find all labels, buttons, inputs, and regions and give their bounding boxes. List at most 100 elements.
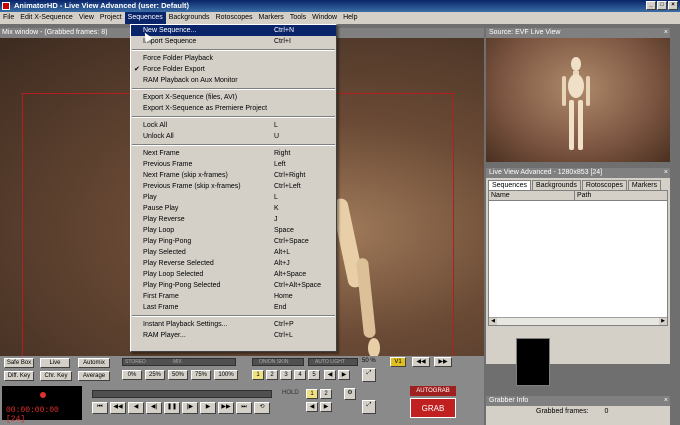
menu-item-ram-player[interactable]: RAM Player... Ctrl+L [131, 330, 336, 341]
menu-item-next-frame-skip-x-frames[interactable]: Next Frame (skip x-frames) Ctrl+Right [131, 170, 336, 181]
menu-backgrounds[interactable]: Backgrounds [166, 12, 213, 24]
tab-sequences[interactable]: Sequences [488, 180, 532, 190]
minimize-button[interactable]: _ [646, 1, 656, 10]
horizontal-scrollbar[interactable]: ◀ ▶ [489, 317, 667, 325]
menu-item-play-reverse[interactable]: Play Reverse J [131, 214, 336, 225]
fullscreen-icon[interactable]: ⤢ [362, 368, 376, 382]
expand-icon[interactable]: ⤢ [362, 400, 376, 414]
menu-edit-x-sequence[interactable]: Edit X-Sequence [17, 12, 76, 24]
onion-5-button[interactable]: 5 [308, 370, 320, 380]
scroll-left-icon[interactable]: ◀ [489, 318, 497, 325]
menu-item-previous-frame-skip-x-frames[interactable]: Previous Frame (skip x-frames) Ctrl+Left [131, 181, 336, 192]
menu-file[interactable]: File [0, 12, 17, 24]
menu-window[interactable]: Window [309, 12, 340, 24]
play-reverse-icon[interactable]: ◀ [128, 402, 144, 414]
column-path[interactable]: Path [575, 191, 591, 200]
hold-right-button[interactable]: ▶ [320, 402, 332, 412]
menu-item-play-selected[interactable]: Play Selected Alt+L [131, 247, 336, 258]
menu-markers[interactable]: Markers [256, 12, 287, 24]
menu-rotoscopes[interactable]: Rotoscopes [213, 12, 256, 24]
next-frame-icon[interactable]: ▶▶ [218, 402, 234, 414]
autograb-button[interactable]: AUTOGRAB [410, 386, 456, 396]
menu-item-force-folder-export[interactable]: ✔ Force Folder Export [131, 64, 336, 75]
menu-item-next-frame[interactable]: Next Frame Right [131, 148, 336, 159]
tab-markers[interactable]: Markers [627, 180, 662, 190]
maximize-button[interactable]: □ [657, 1, 667, 10]
arrow-left-button[interactable]: ◀ [324, 370, 336, 380]
sequence-list[interactable]: Name Path ◀ ▶ [488, 190, 668, 326]
menu-item-first-frame[interactable]: First Frame Home [131, 291, 336, 302]
zoom-25-button[interactable]: 25% [145, 370, 165, 380]
hold-left-button[interactable]: ◀ [306, 402, 318, 412]
menu-item-export-x-sequence-as-premiere-project[interactable]: Export X-Sequence as Premiere Project [131, 103, 336, 114]
menu-item-play[interactable]: Play L [131, 192, 336, 203]
menu-item-export-x-sequence-files-avi[interactable]: Export X-Sequence (files, AVI) [131, 92, 336, 103]
hold-1-button[interactable]: 1 [306, 389, 318, 399]
column-name[interactable]: Name [489, 191, 575, 200]
menu-item-last-frame[interactable]: Last Frame End [131, 302, 336, 313]
v1-button[interactable]: V1 [390, 357, 406, 367]
stored-mix-slider[interactable]: STORED MIX [122, 358, 236, 366]
tab-backgrounds[interactable]: Backgrounds [532, 180, 581, 190]
menu-help[interactable]: Help [340, 12, 360, 24]
menu-item-pause-play[interactable]: Pause Play K [131, 203, 336, 214]
loop-icon[interactable]: ⟲ [254, 402, 270, 414]
play-icon[interactable]: ▶ [200, 402, 216, 414]
menu-item-previous-frame[interactable]: Previous Frame Left [131, 159, 336, 170]
onion-skin-slider[interactable]: ONION SKIN [252, 358, 304, 366]
onion-2-button[interactable]: 2 [266, 370, 278, 380]
menu-item-play-loop[interactable]: Play Loop Space [131, 225, 336, 236]
onion-1-button[interactable]: 1 [252, 370, 264, 380]
close-icon[interactable]: × [664, 396, 668, 406]
menu-item-new-sequence[interactable]: New Sequence... Ctrl+N [131, 25, 336, 36]
automix-button[interactable]: Automix [78, 358, 110, 368]
safe-box-button[interactable]: Safe Box [4, 358, 34, 368]
menu-item-lock-all[interactable]: Lock All L [131, 120, 336, 131]
menu-item-play-reverse-selected[interactable]: Play Reverse Selected Alt+J [131, 258, 336, 269]
menu-item-instant-playback-settings[interactable]: Instant Playback Settings... Ctrl+P [131, 319, 336, 330]
zoom-75-button[interactable]: 75% [191, 370, 211, 380]
menu-item-shortcut: L [274, 194, 278, 201]
timeline-slider[interactable] [92, 390, 272, 398]
grab-button[interactable]: GRAB [410, 398, 456, 418]
close-button[interactable]: × [668, 1, 678, 10]
scroll-right-icon[interactable]: ▶ [659, 318, 667, 325]
live-button[interactable]: Live [40, 358, 70, 368]
menu-item-shortcut: Right [274, 150, 291, 157]
menu-item-force-folder-playback[interactable]: Force Folder Playback [131, 53, 336, 64]
arrow-right-button[interactable]: ▶ [338, 370, 350, 380]
zoom-100-button[interactable]: 100% [214, 370, 238, 380]
tab-rotoscopes[interactable]: Rotoscopes [581, 180, 627, 190]
average-button[interactable]: Average [78, 371, 110, 381]
auto-light-slider[interactable]: AUTO LIGHT [308, 358, 358, 366]
first-frame-icon[interactable]: ⏮ [92, 402, 108, 414]
zoom-0-button[interactable]: 0% [122, 370, 142, 380]
step-back-button[interactable]: ◀◀ [412, 357, 430, 367]
menu-item-unlock-all[interactable]: Unlock All U [131, 131, 336, 142]
menu-item-ram-playback-on-aux-monitor[interactable]: RAM Playback on Aux Monitor [131, 75, 336, 86]
diff-key-button[interactable]: Diff. Key [4, 371, 34, 381]
pause-icon[interactable]: ❚❚ [164, 402, 180, 414]
menu-item-play-ping-pong[interactable]: Play Ping-Pong Ctrl+Space [131, 236, 336, 247]
menu-item-import-sequence[interactable]: Import Sequence Ctrl+I [131, 36, 336, 47]
hold-2-button[interactable]: 2 [320, 389, 332, 399]
settings-icon[interactable]: ⚙ [344, 388, 356, 400]
menu-sequences[interactable]: Sequences [124, 12, 166, 24]
close-icon[interactable]: × [664, 28, 668, 38]
menu-item-play-ping-pong-selected[interactable]: Play Ping-Pong Selected Ctrl+Alt+Space [131, 280, 336, 291]
onion-4-button[interactable]: 4 [294, 370, 306, 380]
onion-3-button[interactable]: 3 [280, 370, 292, 380]
last-frame-icon[interactable]: ⏭ [236, 402, 252, 414]
step-back-icon[interactable]: ◀| [146, 402, 162, 414]
step-forward-button[interactable]: ▶▶ [434, 357, 452, 367]
menu-view[interactable]: View [76, 12, 97, 24]
step-forward-icon[interactable]: |▶ [182, 402, 198, 414]
chr-key-button[interactable]: Chr. Key [40, 371, 72, 381]
zoom-50-button[interactable]: 50% [168, 370, 188, 380]
close-icon[interactable]: × [664, 168, 668, 178]
menu-item-label: Pause Play [143, 205, 179, 212]
prev-frame-icon[interactable]: ◀◀ [110, 402, 126, 414]
menu-item-play-loop-selected[interactable]: Play Loop Selected Alt+Space [131, 269, 336, 280]
menu-project[interactable]: Project [97, 12, 125, 24]
menu-tools[interactable]: Tools [287, 12, 309, 24]
